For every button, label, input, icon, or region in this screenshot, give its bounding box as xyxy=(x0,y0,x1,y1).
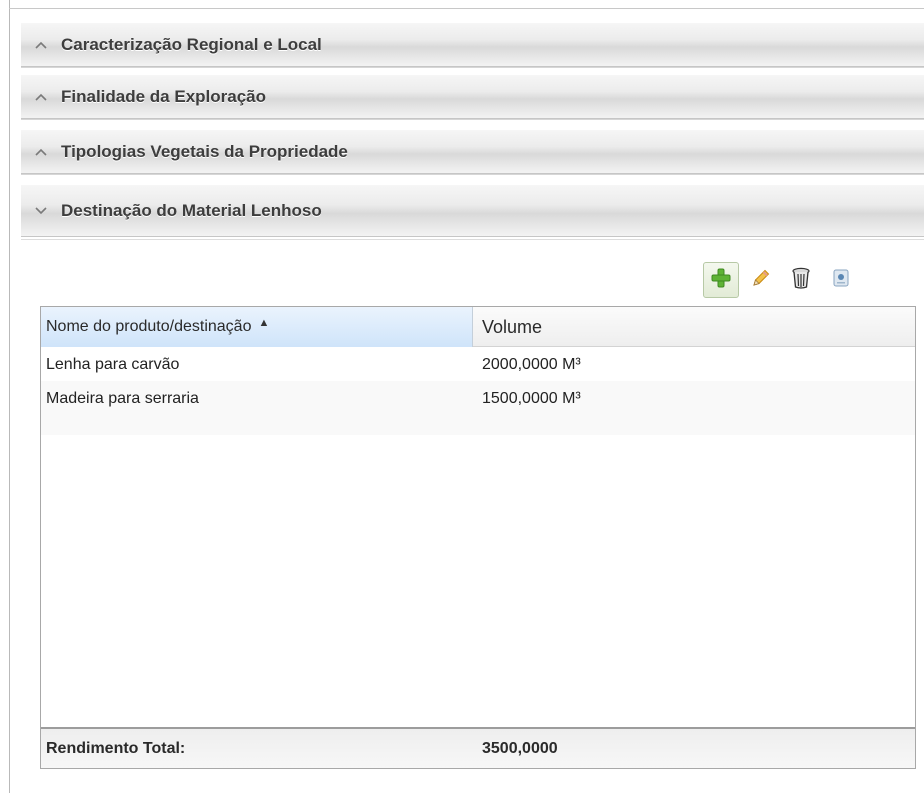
sort-ascending-icon: ▲ xyxy=(258,317,270,329)
view-button[interactable] xyxy=(823,262,859,298)
accordion-header-tipologias[interactable]: Tipologias Vegetais da Propriedade xyxy=(21,130,924,174)
trash-can-icon xyxy=(791,267,811,294)
chevron-up-icon xyxy=(21,148,61,156)
view-details-icon xyxy=(832,268,850,293)
add-icon xyxy=(711,268,731,293)
chevron-up-icon xyxy=(21,93,61,101)
accordion-separator xyxy=(21,119,924,127)
column-header-nome[interactable]: Nome do produto/destinação ▲ xyxy=(41,307,473,347)
cell-volume: 1500,0000 M³ xyxy=(482,390,581,407)
destinacao-grid: Nome do produto/destinação ▲ Volume Lenh… xyxy=(40,306,916,769)
footer-label: Rendimento Total: xyxy=(46,739,186,757)
chevron-down-icon xyxy=(21,206,61,215)
delete-button[interactable] xyxy=(783,262,819,298)
table-row[interactable]: Madeira para serraria 1500,0000 M³ xyxy=(41,381,915,435)
accordion-header-label: Tipologias Vegetais da Propriedade xyxy=(61,141,348,161)
accordion-header-label: Destinação do Material Lenhoso xyxy=(61,200,322,220)
column-header-label: Volume xyxy=(482,316,543,337)
column-header-volume[interactable]: Volume xyxy=(473,307,915,347)
accordion-header-finalidade[interactable]: Finalidade da Exploração xyxy=(21,75,924,119)
accordion-header-destinacao[interactable]: Destinação do Material Lenhoso xyxy=(21,185,924,237)
add-button[interactable] xyxy=(703,262,739,298)
cell-volume: 2000,0000 M³ xyxy=(482,356,581,373)
edit-button[interactable] xyxy=(743,262,779,298)
accordion-header-label: Caracterização Regional e Local xyxy=(61,34,322,54)
edit-pencil-icon xyxy=(751,268,771,293)
accordion-separator xyxy=(21,174,924,182)
window-top-border xyxy=(9,8,924,9)
chevron-up-icon xyxy=(21,41,61,49)
cell-name: Lenha para carvão xyxy=(46,356,180,373)
accordion-header-label: Finalidade da Exploração xyxy=(61,86,267,106)
accordion-separator xyxy=(21,67,924,75)
accordion-header-caracterizacao[interactable]: Caracterização Regional e Local xyxy=(21,23,924,67)
table-row[interactable]: Lenha para carvão 2000,0000 M³ xyxy=(41,349,915,381)
footer-total-value: 3500,0000 xyxy=(482,739,558,757)
cell-name: Madeira para serraria xyxy=(46,390,199,407)
grid-header: Nome do produto/destinação ▲ Volume xyxy=(41,307,915,347)
window-left-border xyxy=(9,0,10,793)
grid-toolbar xyxy=(703,261,863,299)
column-header-label: Nome do produto/destinação xyxy=(46,318,252,335)
grid-footer: Rendimento Total: 3500,0000 xyxy=(41,727,915,768)
